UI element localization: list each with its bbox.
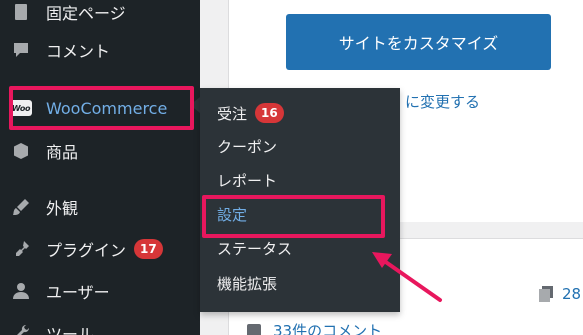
comment-count-link[interactable]: 33件のコメント	[247, 320, 382, 335]
sidebar-item-label: WooCommerce	[46, 98, 168, 118]
woo-logo: Woo	[10, 100, 32, 116]
page-count-value: 28	[562, 285, 582, 303]
sidebar-item-label: 商品	[46, 143, 79, 162]
copy-icon	[539, 286, 553, 302]
submenu-item-reports[interactable]: レポート	[200, 165, 400, 195]
paintbrush-icon	[10, 196, 32, 218]
sidebar-item-label: 外観	[46, 199, 79, 218]
comment-count-label: 33件のコメント	[273, 322, 383, 335]
annotation-arrow	[372, 252, 442, 302]
sidebar-item-pages[interactable]: 固定ページ	[0, 0, 200, 29]
sidebar-item-tools[interactable]: ツール	[0, 316, 200, 335]
submenu-item-label: 設定	[217, 205, 248, 224]
page-count-link[interactable]: 28	[538, 285, 581, 303]
sidebar-item-label: プラグイン	[46, 241, 127, 260]
submenu-pointer	[190, 97, 200, 113]
submenu-item-settings[interactable]: 設定	[200, 199, 400, 229]
sidebar-item-label: ツール	[46, 325, 95, 335]
sidebar-item-woocommerce[interactable]: Woo WooCommerce	[0, 91, 200, 125]
plugin-icon	[10, 238, 32, 260]
sidebar-item-plugins[interactable]: プラグイン 17	[0, 232, 200, 266]
sidebar-item-label: 固定ページ	[46, 4, 126, 23]
sidebar-item-comments[interactable]: コメント	[0, 33, 200, 67]
update-count-badge: 17	[134, 239, 163, 259]
sidebar-item-products[interactable]: 商品	[0, 134, 200, 168]
comment-icon	[247, 323, 261, 335]
user-icon	[10, 280, 32, 302]
pages-icon	[10, 1, 32, 23]
change-theme-link[interactable]: に変更する	[405, 91, 480, 112]
submenu-item-label: 機能拡張	[217, 274, 278, 293]
woocommerce-logo-icon: Woo	[10, 97, 32, 119]
submenu-item-orders[interactable]: 受注 16	[200, 98, 400, 128]
comment-icon	[10, 39, 32, 61]
submenu-item-label: 受注	[217, 104, 248, 123]
orders-count-badge: 16	[255, 103, 284, 123]
submenu-item-label: ステータス	[217, 239, 293, 258]
submenu-item-label: レポート	[217, 171, 278, 190]
submenu-item-label: クーポン	[217, 137, 278, 156]
sidebar-item-label: ユーザー	[46, 283, 110, 302]
sidebar-item-appearance[interactable]: 外観	[0, 190, 200, 224]
admin-sidebar: 固定ページ コメント Woo WooCommerce 商品 外観 プラグイン 1…	[0, 0, 200, 335]
customize-site-button[interactable]: サイトをカスタマイズ	[286, 14, 551, 70]
sidebar-item-users[interactable]: ユーザー	[0, 274, 200, 308]
submenu-item-coupons[interactable]: クーポン	[200, 131, 400, 161]
wrench-icon	[10, 322, 32, 335]
sidebar-item-label: コメント	[46, 42, 111, 61]
box-icon	[10, 140, 32, 162]
